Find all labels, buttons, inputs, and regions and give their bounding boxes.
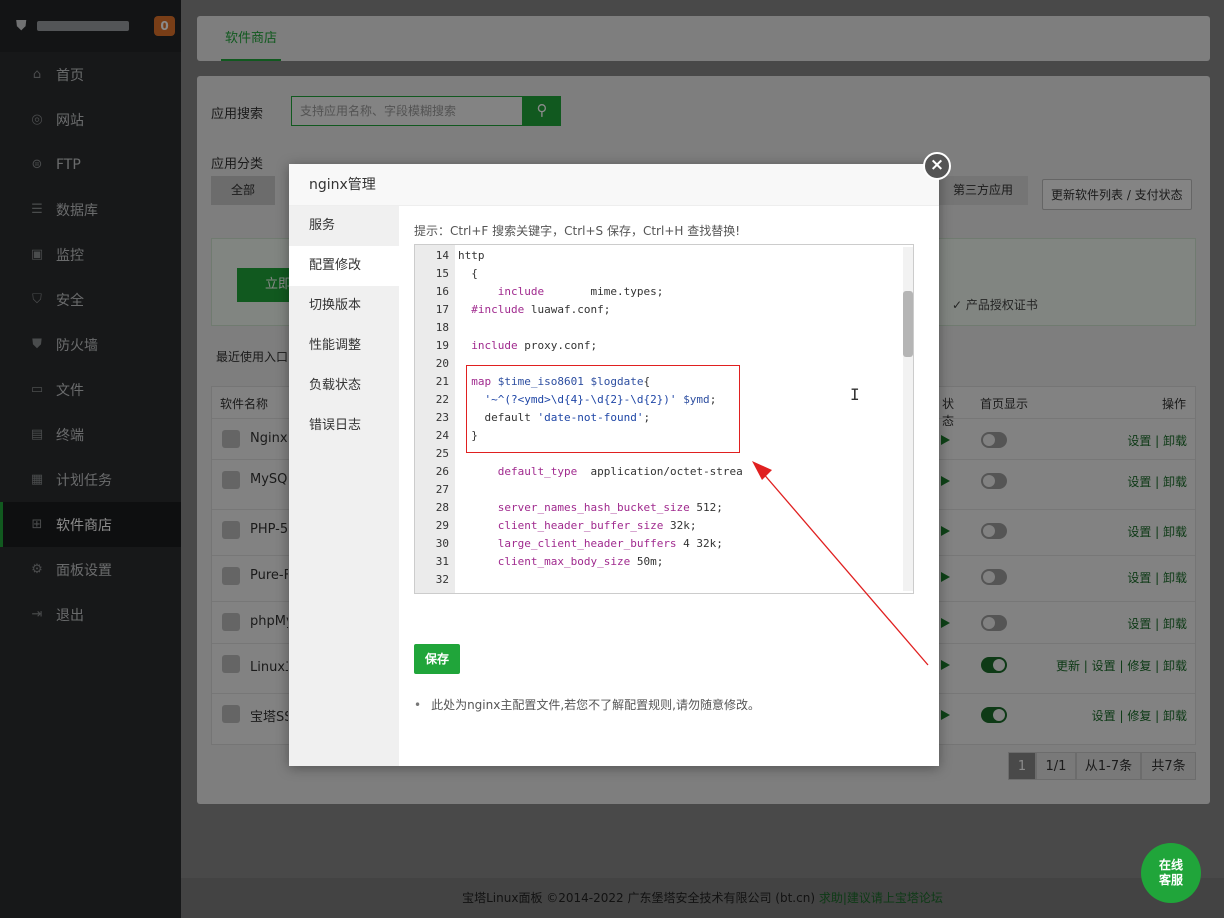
arrow-line <box>761 471 929 666</box>
arrow-head <box>752 461 772 480</box>
annotation-arrow <box>752 461 929 666</box>
text-cursor-icon: I <box>850 385 860 404</box>
